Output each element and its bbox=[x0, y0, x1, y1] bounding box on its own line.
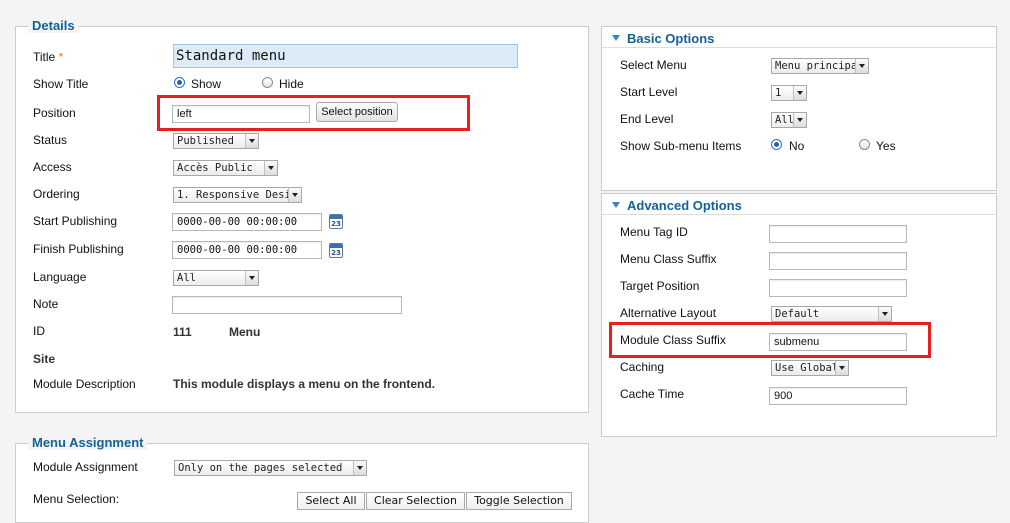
module-assignment-select[interactable]: Only on the pages selected bbox=[174, 460, 367, 476]
show-title-show-radio[interactable] bbox=[174, 77, 185, 88]
title-input[interactable] bbox=[173, 44, 518, 68]
basic-options-header[interactable]: Basic Options bbox=[627, 31, 714, 46]
start-publishing-input[interactable] bbox=[172, 213, 322, 231]
basic-options-panel: Basic Options bbox=[601, 26, 997, 191]
finish-publishing-label: Finish Publishing bbox=[33, 242, 124, 256]
language-label: Language bbox=[33, 270, 87, 284]
alternative-layout-label: Alternative Layout bbox=[620, 306, 717, 320]
chevron-down-icon bbox=[353, 461, 366, 475]
select-position-button[interactable]: Select position bbox=[316, 102, 398, 122]
start-publishing-label: Start Publishing bbox=[33, 214, 118, 228]
note-label: Note bbox=[33, 297, 59, 311]
finish-publishing-input[interactable] bbox=[172, 241, 322, 259]
show-submenu-no-radio[interactable] bbox=[771, 139, 782, 150]
module-class-suffix-label: Module Class Suffix bbox=[620, 333, 726, 347]
position-input[interactable] bbox=[172, 105, 310, 123]
end-level-label: End Level bbox=[620, 112, 674, 126]
ordering-label: Ordering bbox=[33, 187, 80, 201]
menu-tag-id-input[interactable] bbox=[769, 225, 907, 243]
site-label: Site bbox=[33, 352, 56, 366]
id-label: ID bbox=[33, 324, 45, 338]
menu-assignment-fieldset bbox=[15, 443, 589, 523]
show-submenu-yes-radio[interactable] bbox=[859, 139, 870, 150]
chevron-down-icon bbox=[855, 59, 868, 73]
show-submenu-no-label: No bbox=[789, 139, 805, 153]
status-label: Status bbox=[33, 133, 68, 147]
status-select[interactable]: Published bbox=[173, 133, 259, 149]
calendar-icon[interactable]: 23 bbox=[329, 214, 343, 229]
show-submenu-yes-label: Yes bbox=[876, 139, 896, 153]
caching-label: Caching bbox=[620, 360, 665, 374]
chevron-down-icon bbox=[264, 161, 277, 175]
module-assignment-label: Module Assignment bbox=[33, 460, 138, 474]
id-value: 111 bbox=[173, 325, 192, 339]
title-label: Title * bbox=[33, 50, 64, 64]
chevron-down-icon bbox=[245, 134, 258, 148]
collapse-triangle-icon[interactable] bbox=[612, 202, 620, 208]
show-submenu-label: Show Sub-menu Items bbox=[620, 139, 742, 153]
chevron-down-icon bbox=[835, 361, 848, 375]
target-position-label: Target Position bbox=[620, 279, 700, 293]
module-type-value: Menu bbox=[229, 325, 261, 339]
caching-select[interactable]: Use Global bbox=[771, 360, 849, 376]
cache-time-input[interactable] bbox=[769, 387, 907, 405]
access-label: Access bbox=[33, 160, 72, 174]
position-label: Position bbox=[33, 106, 76, 120]
chevron-down-icon bbox=[793, 86, 806, 100]
cache-time-label: Cache Time bbox=[620, 387, 685, 401]
chevron-down-icon bbox=[245, 271, 258, 285]
select-menu-select[interactable]: Menu principal bbox=[771, 58, 869, 74]
details-legend: Details bbox=[28, 18, 79, 33]
menu-class-suffix-label: Menu Class Suffix bbox=[620, 252, 717, 266]
module-class-suffix-input[interactable] bbox=[769, 333, 907, 351]
advanced-options-header[interactable]: Advanced Options bbox=[627, 198, 742, 213]
select-menu-label: Select Menu bbox=[620, 58, 687, 72]
module-description-value: This module displays a menu on the front… bbox=[173, 377, 436, 391]
menu-class-suffix-input[interactable] bbox=[769, 252, 907, 270]
ordering-select[interactable]: 1. Responsive Design bbox=[173, 187, 302, 203]
note-input[interactable] bbox=[172, 296, 402, 314]
start-level-label: Start Level bbox=[620, 85, 678, 99]
menu-tag-id-label: Menu Tag ID bbox=[620, 225, 688, 239]
target-position-input[interactable] bbox=[769, 279, 907, 297]
show-title-hide-radio[interactable] bbox=[262, 77, 273, 88]
chevron-down-icon bbox=[878, 307, 891, 321]
access-select[interactable]: Accès Public bbox=[173, 160, 278, 176]
alternative-layout-select[interactable]: Default bbox=[771, 306, 892, 322]
toggle-selection-button[interactable]: Toggle Selection bbox=[466, 492, 572, 510]
end-level-select[interactable]: All bbox=[771, 112, 807, 128]
menu-selection-label: Menu Selection: bbox=[33, 492, 120, 506]
chevron-down-icon bbox=[288, 188, 301, 202]
required-mark: * bbox=[58, 50, 64, 64]
show-title-label: Show Title bbox=[33, 77, 89, 91]
calendar-icon[interactable]: 23 bbox=[329, 243, 343, 258]
show-title-hide-label: Hide bbox=[279, 77, 304, 91]
module-description-label: Module Description bbox=[33, 377, 136, 391]
chevron-down-icon bbox=[793, 113, 806, 127]
collapse-triangle-icon[interactable] bbox=[612, 35, 620, 41]
clear-selection-button[interactable]: Clear Selection bbox=[366, 492, 465, 510]
start-level-select[interactable]: 1 bbox=[771, 85, 807, 101]
select-all-button[interactable]: Select All bbox=[297, 492, 365, 510]
language-select[interactable]: All bbox=[173, 270, 259, 286]
show-title-show-label: Show bbox=[191, 77, 222, 91]
menu-assignment-legend: Menu Assignment bbox=[28, 435, 148, 450]
